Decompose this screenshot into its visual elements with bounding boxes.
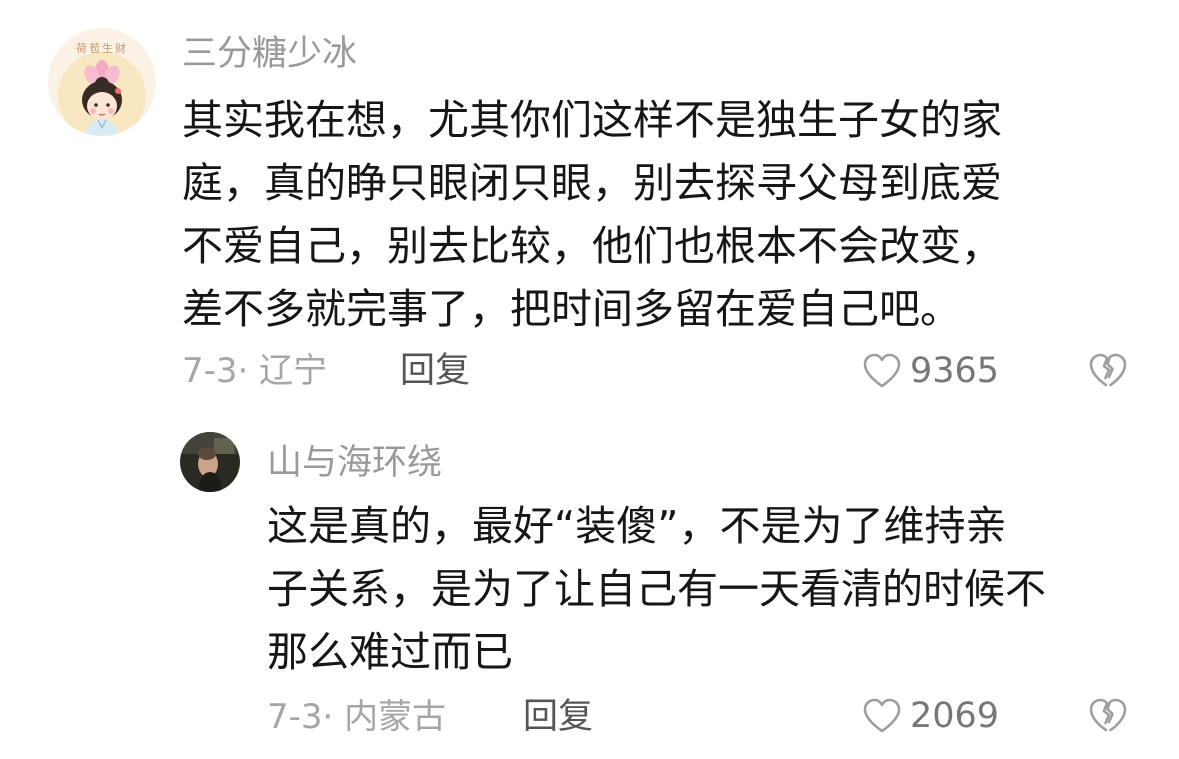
comment-line: 子关系，是为了让自己有一天看清的时候不 [267, 565, 1046, 613]
avatar[interactable] [180, 432, 240, 492]
comment-line: 差不多就完事了，把时间多留在爱自己吧。 [182, 285, 961, 333]
dislike-button[interactable] [1088, 697, 1128, 735]
username[interactable]: 山与海环绕 [267, 443, 442, 483]
like-count: 9365 [910, 351, 1000, 391]
comment-line: 这是真的，最好“装傻”，不是为了维持亲 [267, 502, 1007, 550]
username[interactable]: 三分糖少冰 [182, 34, 357, 74]
comment-2: 山与海环绕 这是真的，最好“装傻”，不是为了维持亲 子关系，是为了让自己有一天看… [0, 420, 1179, 759]
comment-meta: 7-3· 辽宁 [182, 351, 328, 391]
comment-line: 庭，真的睁只眼闭只眼，别去探寻父母到底爱 [182, 159, 1002, 207]
dislike-button[interactable] [1088, 352, 1128, 390]
reply-button[interactable]: 回复 [523, 697, 593, 737]
comment-line: 其实我在想，尤其你们这样不是独生子女的家 [182, 96, 1002, 144]
broken-heart-icon [1089, 698, 1127, 732]
like-button[interactable]: 2069 [862, 696, 999, 736]
avatar[interactable]: 荷苞生财 [48, 28, 156, 136]
comment-line: 那么难过而已 [267, 628, 513, 676]
comment-meta: 7-3· 内蒙古 [267, 697, 447, 737]
reply-button[interactable]: 回复 [400, 351, 470, 391]
heart-icon [863, 353, 901, 388]
comment-text: 其实我在想，尤其你们这样不是独生子女的家 庭，真的睁只眼闭只眼，别去探寻父母到底… [182, 89, 1002, 341]
avatar-caption: 荷苞生财 [76, 42, 128, 55]
broken-heart-icon [1089, 353, 1127, 387]
heart-icon [863, 698, 901, 733]
like-button[interactable]: 9365 [862, 351, 999, 391]
comment-text: 这是真的，最好“装傻”，不是为了维持亲 子关系，是为了让自己有一天看清的时候不 … [267, 495, 1046, 684]
avatar-photo [180, 432, 240, 492]
comment-line: 不爱自己，别去比较，他们也根本不会改变， [182, 222, 1002, 270]
like-count: 2069 [910, 696, 1000, 736]
comment-1: 荷苞生财 三分糖少冰 其实我在想，尤其你们这样不是独生子女的家 庭，真的睁只眼闭… [0, 0, 1179, 420]
